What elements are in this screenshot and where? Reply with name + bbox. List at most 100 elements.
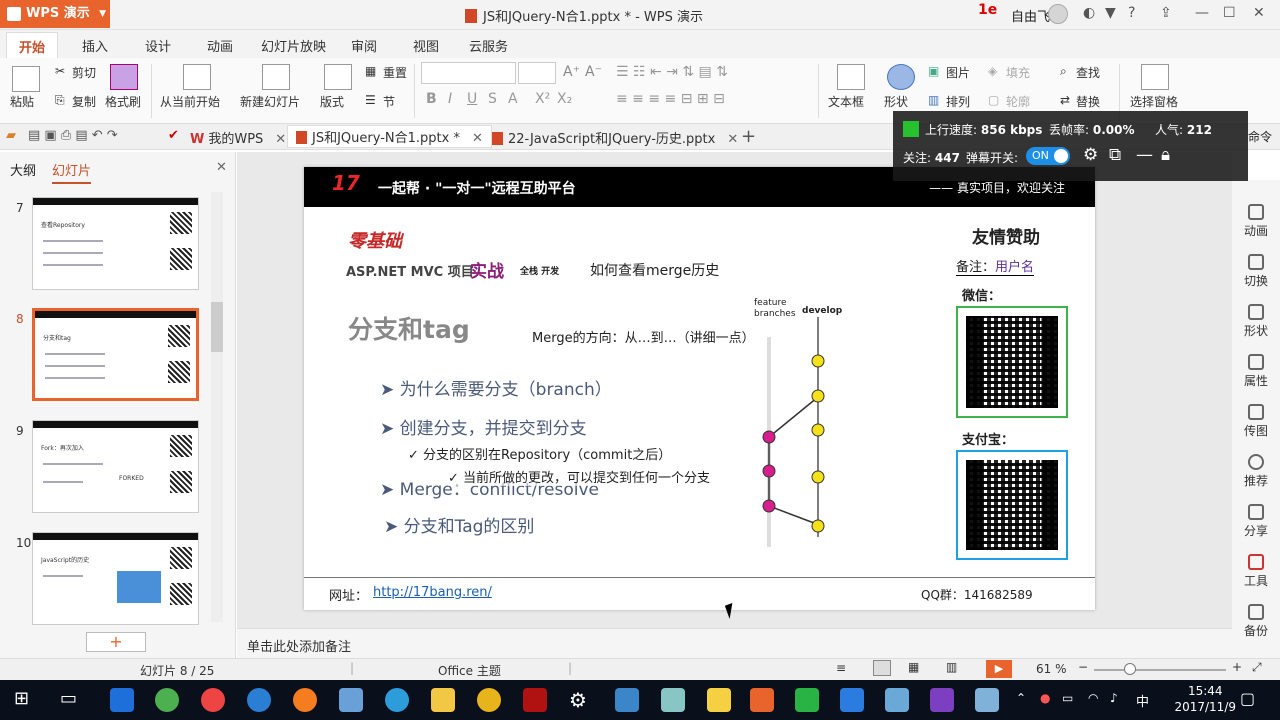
close-icon[interactable]: ✕ <box>1253 5 1265 21</box>
slide-thumbnail[interactable]: JavaScript的历史 <box>32 532 199 625</box>
slide[interactable]: 17 一起帮 · "一对一"远程互助平台 —— 真实项目，欢迎关注 零基础 AS… <box>304 167 1095 610</box>
copy-button[interactable]: 复制 <box>72 93 96 110</box>
sidebar-upload-image[interactable]: 传图 <box>1232 404 1280 439</box>
app-icon[interactable] <box>477 688 501 712</box>
website-link[interactable]: http://17bang.ren/ <box>373 585 492 600</box>
section-button[interactable]: 节 <box>383 93 395 110</box>
visual-studio-icon[interactable] <box>930 688 954 712</box>
add-slide-button[interactable]: + <box>86 632 146 652</box>
slide-thumbnail[interactable]: Fork：再次加入 FORKED <box>32 420 199 513</box>
sidebar-backup[interactable]: 备份 <box>1232 604 1280 639</box>
text-box-icon[interactable] <box>837 64 865 90</box>
wps-writer-icon[interactable] <box>840 688 864 712</box>
folder-icon[interactable]: ▰ <box>6 128 16 143</box>
picture-button[interactable]: 图片 <box>946 64 970 81</box>
tab-animation[interactable]: 动画 <box>207 36 233 55</box>
outline-button[interactable]: 轮廓 <box>1006 93 1030 110</box>
sogou-icon[interactable] <box>247 688 271 712</box>
font-size-select[interactable] <box>518 62 556 84</box>
shrink-font-icon[interactable]: A⁻ <box>585 64 602 80</box>
text-box-button[interactable]: 文本框 <box>828 93 864 110</box>
layout-button[interactable]: 版式 <box>320 93 344 110</box>
17bang-app-icon[interactable] <box>523 688 547 712</box>
align-icons[interactable]: ≡ ≡ ≡ ≡ ⊟ ⊞ ⊟ <box>616 91 725 107</box>
layout-icon[interactable] <box>324 64 352 90</box>
pin-icon[interactable]: ✔ <box>168 128 179 143</box>
reset-button[interactable]: 重置 <box>383 64 407 81</box>
notepad-icon[interactable] <box>661 688 685 712</box>
paste-button[interactable]: 粘贴 <box>10 93 34 110</box>
sidebar-transition[interactable]: 切换 <box>1232 254 1280 289</box>
skin-icon[interactable]: ◐ <box>1083 5 1095 21</box>
font-color-button[interactable]: A <box>508 91 518 107</box>
new-slide-icon[interactable] <box>262 64 290 90</box>
tab-view[interactable]: 视图 <box>413 36 439 55</box>
notes-toggle-icon[interactable]: ≡ <box>836 661 846 675</box>
close-icon[interactable]: ✕ <box>472 131 483 146</box>
sorter-view-icon[interactable]: ▦ <box>908 660 919 674</box>
wps-app-button[interactable]: WPS 演示 ▼ <box>0 0 110 28</box>
tab-insert[interactable]: 插入 <box>82 36 108 55</box>
replace-button[interactable]: 替换 <box>1076 93 1100 110</box>
qq-browser-icon[interactable] <box>385 688 409 712</box>
edge-icon[interactable] <box>110 688 134 712</box>
tray-icon[interactable]: ● <box>1040 691 1050 705</box>
strike-button[interactable]: S <box>488 91 497 107</box>
app-icon[interactable] <box>975 688 999 712</box>
file-explorer-icon[interactable] <box>431 688 455 712</box>
notification-icon[interactable]: ▢ <box>1240 689 1255 708</box>
help-icon[interactable]: ? <box>1128 5 1135 21</box>
maximize-icon[interactable]: ☐ <box>1223 5 1236 21</box>
new-slide-button[interactable]: 新建幻灯片 <box>240 93 300 110</box>
slide-thumbnail-selected[interactable]: 分支和tag <box>32 308 199 401</box>
chrome-icon[interactable] <box>201 688 225 712</box>
zoom-out-icon[interactable]: − <box>1078 660 1088 674</box>
cut-button[interactable]: 剪切 <box>72 64 96 81</box>
play-from-current-icon[interactable] <box>183 64 211 90</box>
notes-pane[interactable]: 单击此处添加备注 <box>237 628 1232 658</box>
task-view-icon[interactable]: ▭ <box>60 688 77 709</box>
wps-spreadsheet-icon[interactable] <box>795 688 819 712</box>
doc-tab-current[interactable]: JS和JQuery-N合1.pptx * ✕ <box>287 125 492 148</box>
command-label[interactable]: 命令 <box>1248 128 1272 145</box>
zoom-slider-handle[interactable] <box>1124 663 1136 675</box>
scroll-thumb[interactable] <box>211 302 223 352</box>
italic-button[interactable]: I <box>448 91 452 107</box>
tab-slideshow[interactable]: 幻灯片放映 <box>261 36 326 55</box>
normal-view-icon[interactable] <box>873 660 891 676</box>
font-name-select[interactable] <box>421 62 516 84</box>
app-icon[interactable] <box>885 688 909 712</box>
select-pane-button[interactable]: 选择窗格 <box>1130 93 1178 110</box>
restore-icon[interactable]: ⇪ <box>1160 5 1172 21</box>
subscript-button[interactable]: X₂ <box>557 91 572 107</box>
slide-thumbnail[interactable]: 查看Repository <box>32 197 199 290</box>
sidebar-tools[interactable]: 工具 <box>1232 554 1280 589</box>
close-icon[interactable]: ✕ <box>275 132 286 147</box>
bullets-icon[interactable]: ☰ ☷ ⇤ ⇥ ⇅ ▤ ⇅ <box>616 64 728 80</box>
tab-cloud[interactable]: 云服务 <box>469 36 508 55</box>
bold-button[interactable]: B <box>426 91 437 107</box>
user-name[interactable]: 自由飞 <box>1011 6 1050 25</box>
doc-tab-history[interactable]: 22-JavaScript和JQuery-历史.pptx ✕ <box>492 128 738 147</box>
volume-icon[interactable]: ♪ <box>1110 691 1118 705</box>
browser-360-icon[interactable] <box>155 688 179 712</box>
layout-switch-icon[interactable]: ⧉ <box>1109 145 1121 165</box>
firefox-icon[interactable] <box>293 688 317 712</box>
minimize-icon[interactable]: — <box>1195 5 1209 21</box>
fill-button[interactable]: 填充 <box>1006 64 1030 81</box>
from-current-button[interactable]: 从当前开始 <box>160 93 220 110</box>
shape-icon[interactable] <box>887 64 915 90</box>
close-icon[interactable]: ✕ <box>727 132 738 147</box>
zoom-in-icon[interactable]: + <box>1232 660 1242 674</box>
arrange-button[interactable]: 排列 <box>946 93 970 110</box>
wps-presentation-icon[interactable] <box>750 688 774 712</box>
quick-access-icons[interactable]: ▤ ▣ ⎙ ▤ ↶ ↷ <box>28 128 118 143</box>
sidebar-animation[interactable]: 动画 <box>1232 204 1280 239</box>
play-slideshow-icon[interactable]: ▶ <box>986 660 1012 678</box>
select-pane-icon[interactable] <box>1141 64 1169 90</box>
tab-slides[interactable]: 幻灯片 <box>52 160 92 184</box>
gear-icon[interactable]: ⚙ <box>569 688 593 712</box>
sidebar-share[interactable]: 分享 <box>1232 504 1280 539</box>
fit-window-icon[interactable]: ⤢ <box>1252 660 1262 675</box>
paste-icon[interactable] <box>12 66 40 92</box>
